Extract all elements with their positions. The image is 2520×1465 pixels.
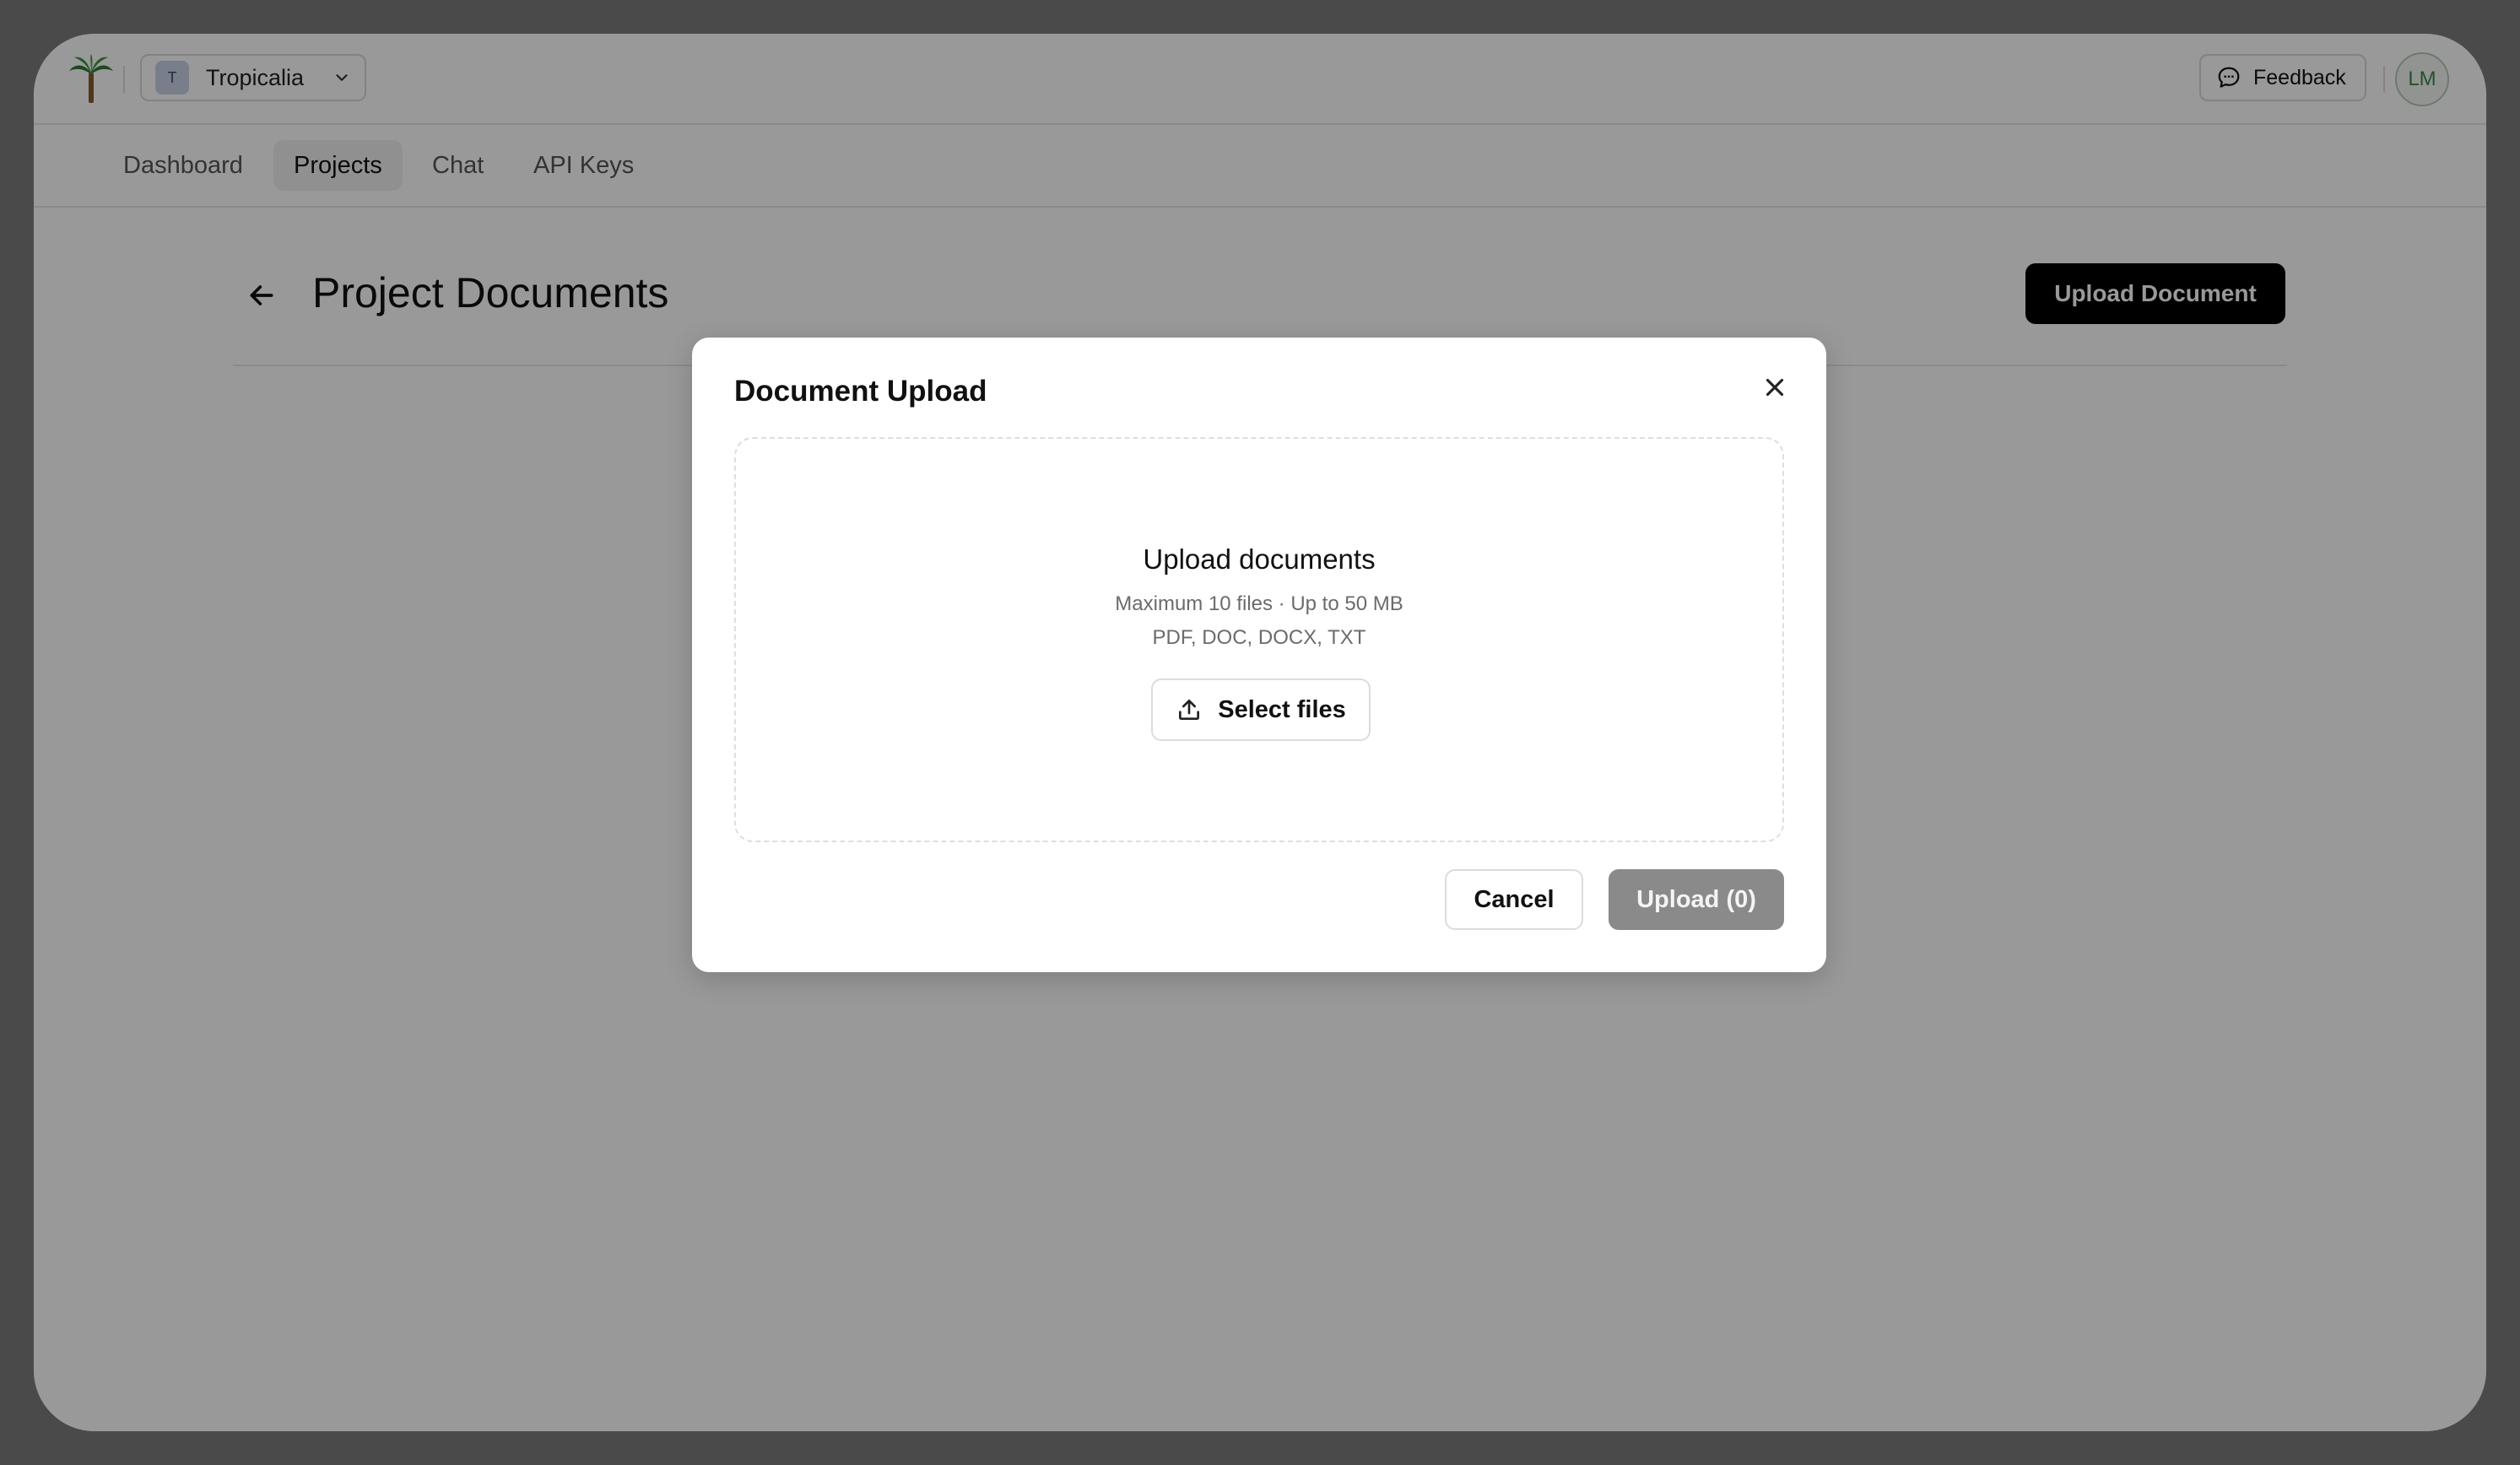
upload-button[interactable]: Upload (0) bbox=[1609, 869, 1784, 930]
close-icon[interactable] bbox=[1760, 373, 1789, 402]
dropzone-file-types: PDF, DOC, DOCX, TXT bbox=[1152, 626, 1366, 649]
upload-icon bbox=[1179, 700, 1200, 720]
file-dropzone[interactable]: Upload documents Maximum 10 files · Up t… bbox=[734, 437, 1784, 842]
dropzone-title: Upload documents bbox=[1143, 543, 1376, 575]
dropzone-limits: Maximum 10 files · Up to 50 MB bbox=[1115, 592, 1403, 615]
select-files-button[interactable]: Select files bbox=[1151, 678, 1371, 741]
select-files-label: Select files bbox=[1218, 695, 1346, 723]
dialog-title: Document Upload bbox=[734, 375, 987, 408]
cancel-button[interactable]: Cancel bbox=[1445, 869, 1583, 930]
document-upload-dialog: Document Upload Upload documents Maximum… bbox=[692, 338, 1826, 972]
